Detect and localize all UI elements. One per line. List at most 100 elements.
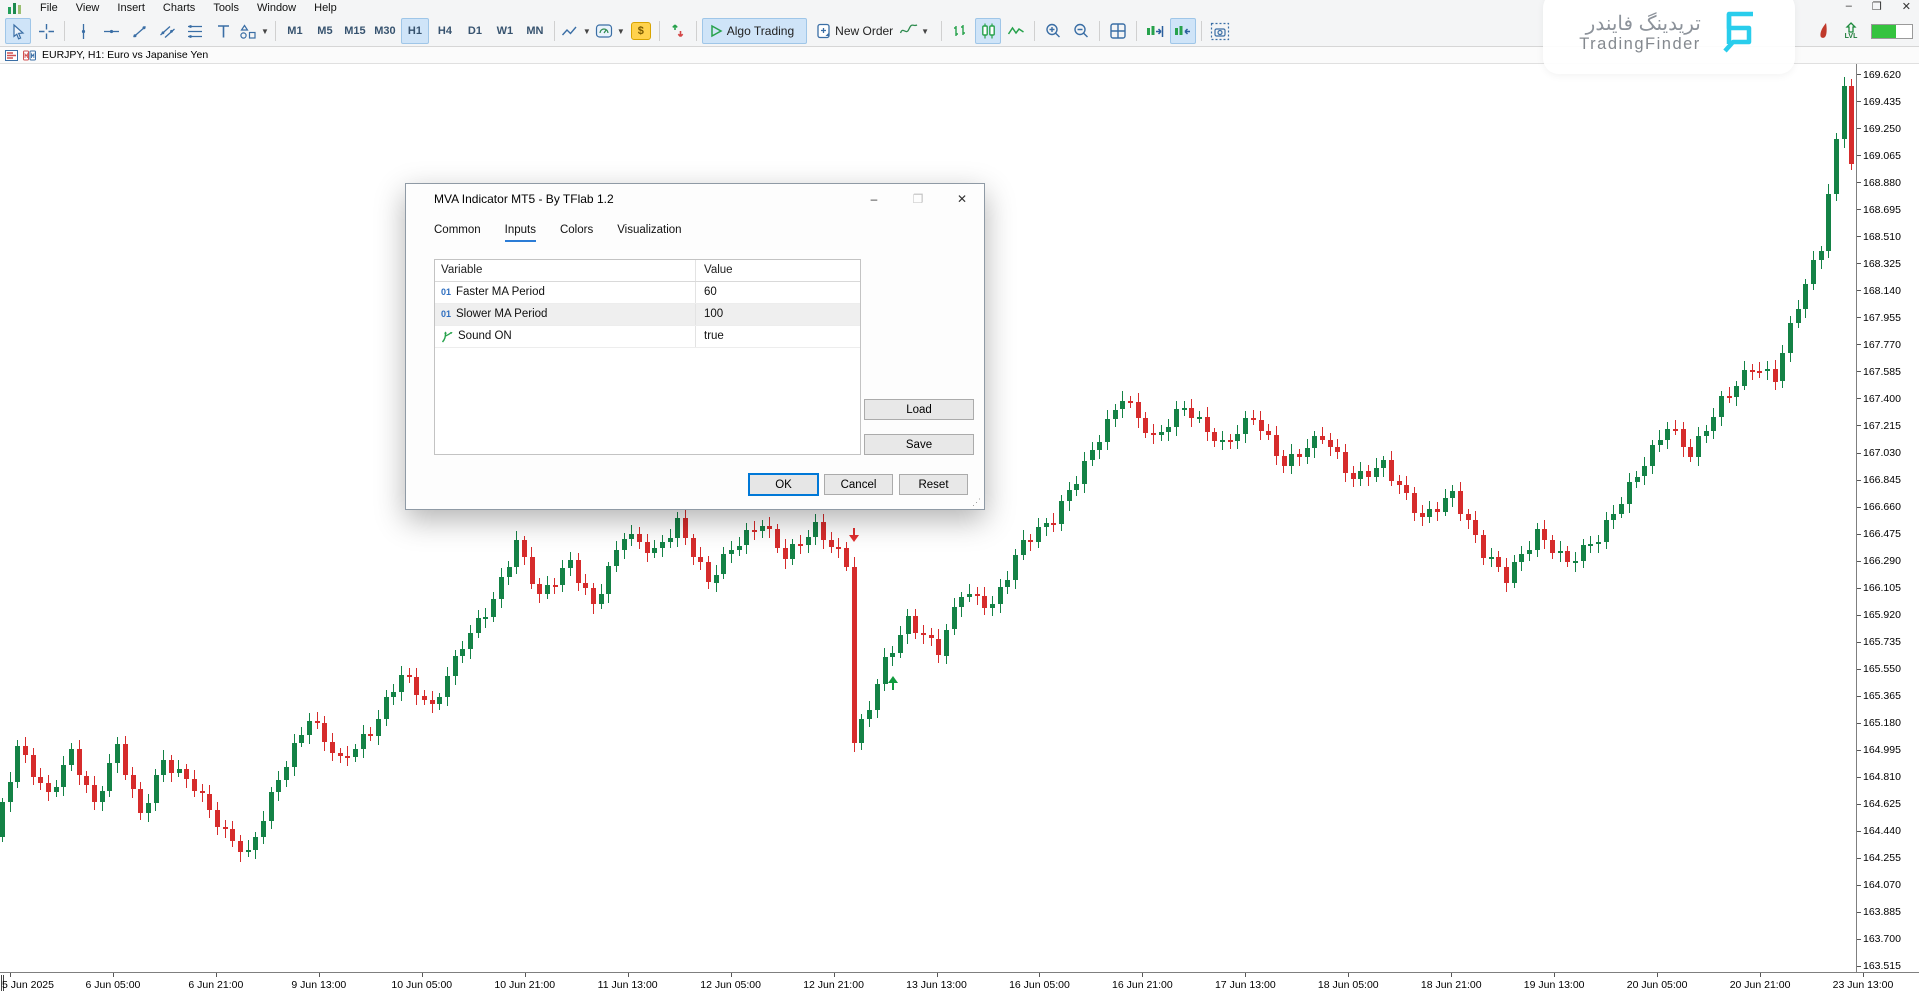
text-tool-button[interactable] — [210, 18, 236, 44]
dialog-close-icon[interactable]: ✕ — [940, 192, 984, 206]
indicator-dialog: MVA Indicator MT5 - By TFlab 1.2 – ❐ ✕ C… — [405, 183, 985, 510]
candle-up — [514, 540, 519, 567]
load-button[interactable]: Load — [864, 399, 974, 420]
menu-charts[interactable]: Charts — [154, 2, 204, 14]
reset-button[interactable]: Reset — [899, 474, 968, 495]
candle-down — [1420, 513, 1425, 517]
candle-up — [483, 617, 488, 619]
time-axis[interactable]: 5 Jun 20256 Jun 05:006 Jun 21:009 Jun 13… — [0, 972, 1919, 996]
candle-down — [315, 721, 320, 723]
zoom-out-button[interactable] — [1068, 18, 1094, 44]
fibonacci-tool-button[interactable] — [182, 18, 208, 44]
close-icon[interactable]: ✕ — [1902, 0, 1911, 13]
one-click-trading-icon[interactable] — [23, 50, 36, 61]
param-value[interactable]: 100 — [696, 304, 860, 325]
menu-help[interactable]: Help — [305, 2, 346, 14]
shapes-tool-button[interactable]: ▼ — [238, 18, 270, 44]
new-order-button[interactable]: New Order ▼ — [809, 18, 936, 44]
candle-up — [1619, 504, 1624, 514]
candle-down — [1320, 436, 1325, 440]
timeframe-m30[interactable]: M30 — [371, 18, 399, 44]
candlestick-mode-button[interactable] — [975, 18, 1001, 44]
dialog-maximize-icon[interactable]: ❐ — [896, 192, 940, 206]
candle-down — [1351, 473, 1356, 479]
levels-toggle-button[interactable]: LVL — [1838, 18, 1864, 44]
cancel-button[interactable]: Cancel — [824, 474, 893, 495]
ok-button[interactable]: OK — [749, 474, 818, 495]
candle-down — [1504, 567, 1509, 583]
menu-insert[interactable]: Insert — [108, 2, 154, 14]
tab-visualization[interactable]: Visualization — [617, 224, 681, 242]
table-row[interactable]: 01Faster MA Period60 — [435, 282, 860, 304]
tab-common[interactable]: Common — [434, 224, 481, 242]
zoom-in-button[interactable] — [1040, 18, 1066, 44]
candle-up — [806, 537, 811, 545]
candle-up — [1105, 419, 1110, 442]
table-row[interactable]: Sound ONtrue — [435, 326, 860, 348]
brush-tool-button[interactable] — [1810, 18, 1836, 44]
restore-icon[interactable]: ❐ — [1872, 0, 1882, 13]
dialog-minimize-icon[interactable]: – — [852, 192, 896, 206]
timeframe-d1[interactable]: D1 — [461, 18, 489, 44]
candle-up — [1044, 523, 1049, 527]
candle-up — [599, 594, 604, 605]
text-icon — [218, 26, 229, 38]
chart-shift-button[interactable] — [1170, 18, 1196, 44]
depth-of-market-icon[interactable] — [5, 50, 18, 61]
candle-up — [714, 575, 719, 583]
param-value[interactable]: 60 — [696, 282, 860, 303]
candle-down — [1750, 370, 1755, 372]
cursor-tool-button[interactable] — [5, 18, 31, 44]
line-chart-mode-button[interactable] — [1003, 18, 1029, 44]
candle-up — [1719, 396, 1724, 417]
menu-file[interactable]: File — [31, 2, 67, 14]
menu-tools[interactable]: Tools — [204, 2, 248, 14]
menu-view[interactable]: View — [67, 2, 109, 14]
price-axis[interactable]: 169.620169.435169.250169.065168.880168.6… — [1856, 63, 1919, 973]
timeframe-m1[interactable]: M1 — [281, 18, 309, 44]
tab-colors[interactable]: Colors — [560, 224, 593, 242]
candle-up — [353, 749, 358, 757]
candle-up — [944, 630, 949, 656]
time-tick: 18 Jun 21:00 — [1421, 979, 1482, 991]
menu-window[interactable]: Window — [248, 2, 305, 14]
price-tick: 163.515 — [1857, 960, 1901, 972]
chart-object-list-button[interactable]: ▼ — [560, 18, 592, 44]
crosshair-tool-button[interactable] — [33, 18, 59, 44]
horizontal-line-tool-button[interactable] — [98, 18, 124, 44]
algo-trading-button[interactable]: Algo Trading — [702, 18, 807, 44]
save-button[interactable]: Save — [864, 434, 974, 455]
timeframe-mn[interactable]: MN — [521, 18, 549, 44]
timeframe-w1[interactable]: W1 — [491, 18, 519, 44]
minimize-icon[interactable]: – — [1846, 0, 1852, 13]
vertical-line-tool-button[interactable] — [70, 18, 96, 44]
param-value[interactable]: true — [696, 326, 860, 347]
inputs-table[interactable]: Variable Value 01Faster MA Period6001Slo… — [434, 259, 861, 455]
timeframe-h1[interactable]: H1 — [401, 18, 429, 44]
resize-grip[interactable]: ⋰ — [972, 497, 982, 507]
timeframe-m5[interactable]: M5 — [311, 18, 339, 44]
auto-scroll-button[interactable] — [1142, 18, 1168, 44]
timeframe-m15[interactable]: M15 — [341, 18, 369, 44]
market-watch-button[interactable]: $ — [628, 18, 654, 44]
timeframe-h4[interactable]: H4 — [431, 18, 459, 44]
chevron-down-icon: ▼ — [921, 27, 929, 36]
candle-down — [1297, 454, 1302, 458]
screenshot-button[interactable] — [1207, 18, 1233, 44]
indicator-gauge-button[interactable]: ▼ — [594, 18, 626, 44]
candle-up — [545, 585, 550, 594]
time-tick: 6 Jun 21:00 — [188, 979, 243, 991]
buy-sell-arrows-button[interactable] — [665, 18, 691, 44]
candle-down — [1228, 440, 1233, 442]
tab-inputs[interactable]: Inputs — [505, 224, 536, 242]
price-tick: 168.510 — [1857, 231, 1901, 243]
price-tick: 168.695 — [1857, 204, 1901, 216]
numeric-param-icon: 01 — [441, 304, 451, 325]
tile-windows-button[interactable] — [1105, 18, 1131, 44]
candle-up — [744, 530, 749, 545]
bar-chart-mode-button[interactable] — [947, 18, 973, 44]
candle-up — [1450, 491, 1455, 498]
trendline-tool-button[interactable] — [126, 18, 152, 44]
table-row[interactable]: 01Slower MA Period100 — [435, 304, 860, 326]
channel-tool-button[interactable] — [154, 18, 180, 44]
